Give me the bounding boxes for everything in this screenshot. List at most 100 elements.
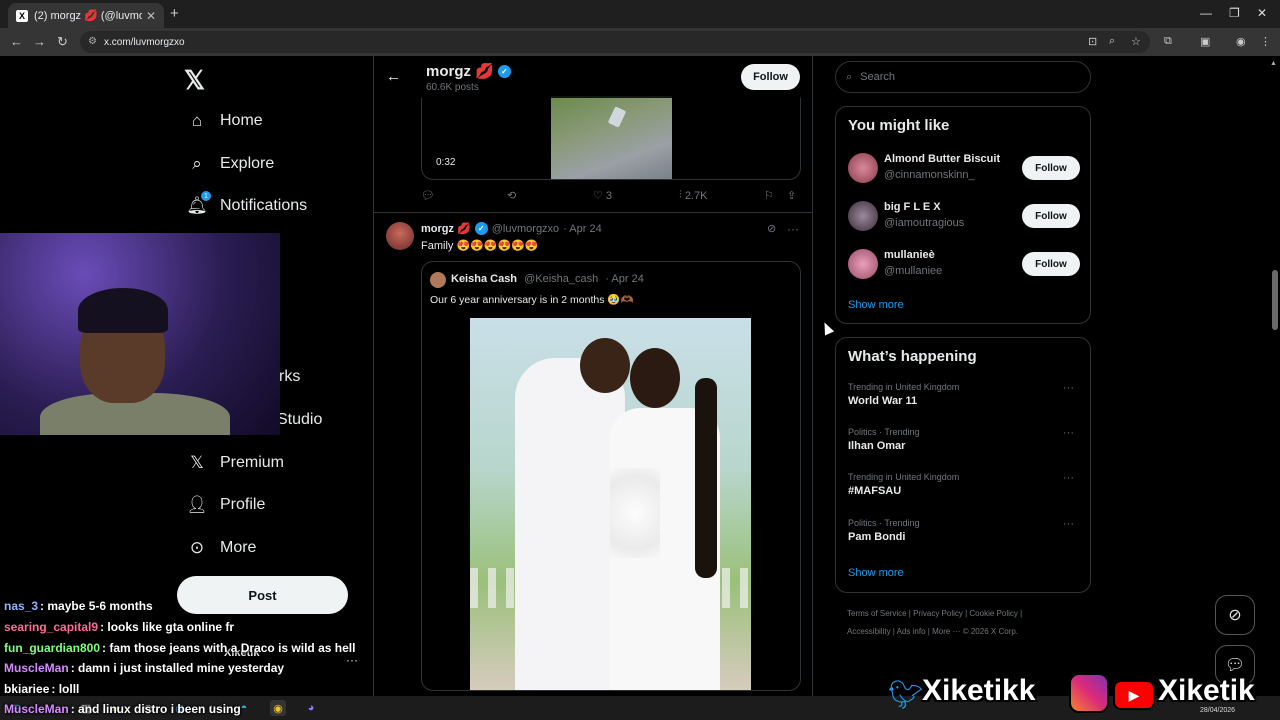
chat-text: : lolll <box>51 682 80 696</box>
show-more-link[interactable]: Show more <box>848 567 904 579</box>
quote-author-handle: @Keisha_cash <box>524 273 599 285</box>
post-button[interactable]: Post <box>177 576 348 614</box>
column-divider <box>373 56 374 720</box>
chrome-icon[interactable]: ◉ <box>270 700 286 716</box>
discord-icon[interactable]: ◕ <box>303 700 319 716</box>
nav-more[interactable]: ⊙ More <box>186 538 257 558</box>
zoom-icon[interactable]: ⌕ <box>1109 35 1115 48</box>
webcam-durag <box>78 288 168 333</box>
suggestion-handle: @mullaniee <box>884 265 943 277</box>
heart-icon: ♡ <box>593 190 606 202</box>
sidebar-icon[interactable]: ▣ <box>1200 35 1210 48</box>
tweet-author[interactable]: morgz 💋 ✓ @luvmorgzxo · Apr 24 <box>421 222 602 235</box>
video-thumbnail[interactable] <box>551 96 672 179</box>
chat-user: MuscleMan <box>4 661 69 675</box>
browser-tab[interactable]: X (2) morgz 💋 (@luvmorgzxo) / ✕ <box>8 3 164 28</box>
suggestion-item[interactable]: Almond Butter Biscuit @cinnamonskinn_ Fo… <box>848 151 1080 187</box>
url-input[interactable]: ⚙ x.com/luvmorgzxo <box>80 31 1150 53</box>
scrollbar[interactable] <box>1270 56 1280 700</box>
more-options-icon[interactable]: ··· <box>1063 472 1074 484</box>
footer-links[interactable]: Terms of Service | Privacy Policy | Cook… <box>847 609 1022 618</box>
more-options-icon[interactable]: ··· <box>1063 382 1074 394</box>
trend-item[interactable]: Politics · Trending Ilhan Omar ··· <box>848 427 1080 452</box>
bookmark-star-icon[interactable]: ☆ <box>1131 35 1141 48</box>
back-icon[interactable]: ← <box>10 34 23 49</box>
extensions-icon[interactable]: ⧉ <box>1164 35 1172 48</box>
x-logo-icon[interactable]: 𝕏 <box>184 65 205 96</box>
account-more-icon[interactable]: ··· <box>346 653 358 667</box>
chat-text: : looks like gta online fr <box>100 620 235 634</box>
grok-fab-icon[interactable]: ⊘ <box>1215 595 1255 635</box>
reply-icon[interactable]: 💬︎ <box>421 189 435 202</box>
more-options-icon[interactable]: ··· <box>1063 518 1074 530</box>
trend-item[interactable]: Politics · Trending Pam Bondi ··· <box>848 518 1080 543</box>
nav-explore[interactable]: ⌕ Explore <box>186 154 274 174</box>
show-more-link[interactable]: Show more <box>848 299 904 311</box>
new-tab-icon[interactable]: + <box>170 5 179 22</box>
more-options-icon[interactable]: ··· <box>1063 427 1074 439</box>
window-close-icon[interactable]: ✕ <box>1257 6 1267 20</box>
trend-item[interactable]: Trending in United Kingdom World War 11 … <box>848 382 1080 407</box>
nav-notifications[interactable]: 🔔︎ 1 Notifications <box>186 191 308 216</box>
nav-bookmarks-partial[interactable]: rks <box>279 368 300 386</box>
install-icon[interactable]: ⊡ <box>1088 35 1097 48</box>
nav-label: Notifications <box>220 197 308 214</box>
forward-icon[interactable]: → <box>33 34 46 49</box>
trend-meta: Politics · Trending <box>848 427 920 437</box>
site-info-icon[interactable]: ⚙ <box>88 36 97 47</box>
home-icon: ⌂ <box>191 111 203 130</box>
quote-photo[interactable] <box>470 318 751 690</box>
menu-icon[interactable]: ⋮ <box>1260 35 1271 48</box>
chat-user: searing_capital9 <box>4 620 99 634</box>
chat-message: bkiariee: lolll <box>4 682 79 696</box>
back-arrow-icon[interactable]: ← <box>386 68 401 85</box>
avatar[interactable] <box>386 222 414 250</box>
share-icon[interactable]: ⇪ <box>787 189 796 202</box>
follow-button[interactable]: Follow <box>1022 252 1080 276</box>
scroll-up-icon[interactable]: ▲ <box>1270 60 1277 67</box>
bookmark-icon[interactable]: ⚐ <box>764 189 774 202</box>
scrollbar-thumb[interactable] <box>1272 270 1278 330</box>
retweet-icon[interactable]: ⟲ <box>507 189 516 202</box>
nav-studio-partial[interactable]: Studio <box>277 411 322 429</box>
chat-text: : fam those jeans with a Draco is wild a… <box>102 641 356 655</box>
twitter-bird-icon: 🐦︎ <box>888 679 924 710</box>
follow-button[interactable]: Follow <box>1022 204 1080 228</box>
panel-title: You might like <box>848 117 950 134</box>
follow-button[interactable]: Follow <box>1022 156 1080 180</box>
suggestion-handle: @cinnamonskinn_ <box>884 169 975 181</box>
more-options-icon[interactable]: ··· <box>787 222 799 236</box>
trend-meta: Trending in United Kingdom <box>848 472 960 482</box>
search-input[interactable]: ⌕ Search <box>835 61 1091 93</box>
mouse-cursor-icon <box>819 320 835 336</box>
minimize-icon[interactable]: — <box>1200 6 1212 20</box>
views-button[interactable]: ⫶ 2.7K <box>679 189 707 202</box>
like-button[interactable]: ♡ 3 <box>593 189 612 203</box>
footer-links[interactable]: Accessibility | Ads info | More ··· © 20… <box>847 627 1018 636</box>
chat-user: bkiariee <box>4 682 50 696</box>
trend-name: World War 11 <box>848 395 918 407</box>
verified-badge-icon: ✓ <box>497 64 511 78</box>
restore-icon[interactable]: ❐ <box>1229 6 1240 20</box>
chat-message: searing_capital9: looks like gta online … <box>4 620 234 634</box>
avatar <box>848 153 878 183</box>
search-placeholder: Search <box>860 71 896 83</box>
reload-icon[interactable]: ↻ <box>57 34 68 50</box>
account-icon[interactable]: ◉ <box>1236 35 1246 48</box>
nav-profile[interactable]: 👤︎ Profile <box>186 495 265 515</box>
nav-premium[interactable]: 𝕏 Premium <box>186 453 284 473</box>
video-card[interactable] <box>421 96 801 180</box>
suggestion-item[interactable]: big F L E X @iamoutragious Follow <box>848 199 1080 235</box>
close-tab-icon[interactable]: ✕ <box>146 9 156 23</box>
profile-post-count: 60.6K posts <box>426 82 479 93</box>
suggestion-item[interactable]: mullanieè @mullaniee Follow <box>848 247 1080 283</box>
grok-icon[interactable]: ⊘ <box>767 222 776 235</box>
tweet-date[interactable]: · Apr 24 <box>563 223 602 235</box>
notification-badge: 1 <box>201 191 211 201</box>
browser-tab-bar: X (2) morgz 💋 (@luvmorgzxo) / ✕ + — ❐ ✕ <box>0 0 1280 28</box>
follow-button[interactable]: Follow <box>741 64 800 90</box>
trend-item[interactable]: Trending in United Kingdom #MAFSAU ··· <box>848 472 1080 497</box>
quote-tweet[interactable]: Keisha Cash @Keisha_cash · Apr 24 Our 6 … <box>421 261 801 691</box>
nav-home[interactable]: ⌂ Home <box>186 111 263 131</box>
trend-name: Ilhan Omar <box>848 440 906 452</box>
